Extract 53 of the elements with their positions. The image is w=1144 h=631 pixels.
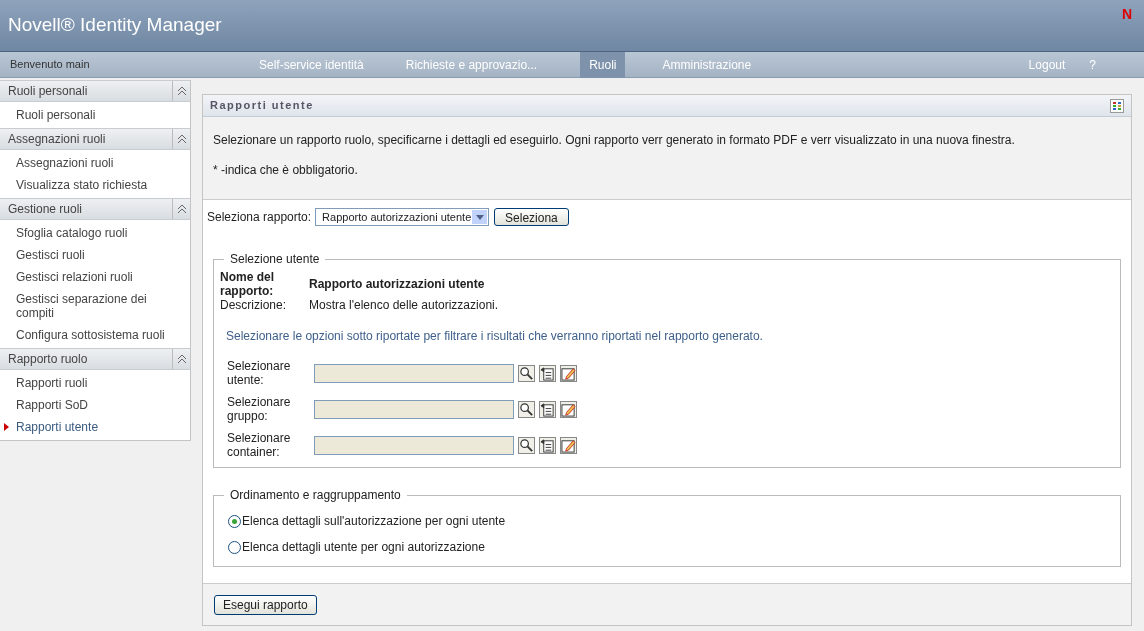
radio-button[interactable] — [228, 514, 241, 528]
field-label: Nome del rapporto: — [220, 270, 275, 298]
app-logo: Novell® Identity Manager — [7, 13, 222, 38]
edit-icon[interactable] — [560, 436, 577, 454]
sidebar-link[interactable]: Configura sottosistema ruoli — [16, 328, 165, 342]
sidebar-link[interactable]: Gestisci ruoli — [16, 248, 85, 262]
list-icon[interactable] — [539, 400, 556, 418]
sidebar-link[interactable]: Sfoglia catalogo ruoli — [16, 226, 128, 240]
brand-mark: N — [1121, 5, 1133, 24]
edit-icon[interactable] — [560, 364, 577, 382]
search-icon[interactable] — [518, 364, 535, 382]
required-note: * -indica che è obbligatorio. — [213, 162, 359, 179]
section-header: Gestione ruoli — [7, 201, 84, 218]
fieldset-legend: Ordinamento e raggruppamento — [224, 486, 407, 504]
field-label: Selezionare container: — [227, 431, 292, 459]
caret-icon — [472, 210, 488, 224]
sidebar-link[interactable]: Rapporti utente — [16, 420, 99, 434]
sidebar-link[interactable]: Assegnazioni ruoli — [16, 156, 114, 170]
run-report-button[interactable]: Esegui rapporto — [214, 595, 317, 615]
section-header: Rapporto ruolo — [7, 351, 89, 368]
list-icon[interactable] — [539, 364, 556, 382]
input-field[interactable] — [314, 399, 514, 419]
field-label: Seleziona rapporto: — [207, 209, 312, 226]
panel-title: Rapporti utente — [210, 98, 314, 114]
search-icon[interactable] — [518, 436, 535, 454]
sidebar-link[interactable]: Ruoli personali — [16, 108, 96, 122]
welcome-text: Benvenuto main — [9, 57, 91, 73]
sidebar-link[interactable]: Gestisci separazione dei compiti — [16, 292, 182, 320]
option-label: Elenca dettagli utente per ogni autorizzazione — [242, 539, 485, 556]
field-label: Descrizione: — [220, 298, 288, 312]
fieldset-legend: Selezione utente — [224, 250, 326, 268]
sidebar-link[interactable]: Gestisci relazioni ruoli — [16, 270, 133, 284]
sidebar-link[interactable]: Rapporti SoD — [16, 398, 89, 412]
grid-icon[interactable] — [1110, 98, 1124, 113]
input-field[interactable] — [314, 435, 514, 455]
search-icon[interactable] — [518, 400, 535, 418]
report-dropdown[interactable]: Rapporto autorizzazioni utente — [315, 208, 490, 226]
sidebar-link[interactable]: Rapporti ruoli — [16, 376, 88, 390]
report-name: Rapporto autorizzazioni utente — [309, 277, 486, 291]
field-label: Selezionare gruppo: — [227, 395, 292, 423]
intro-text: Selezionare un rapporto ruolo, specificarne i dettagli ed eseguirlo. Ogni rapporto verr generato in formato PDF e verr visualizzato in una nuova finestra. — [213, 132, 1016, 149]
sidebar-link[interactable]: Visualizza stato richiesta — [16, 178, 148, 192]
section-header: Assegnazioni ruoli — [7, 131, 107, 148]
radio-button[interactable] — [228, 540, 241, 554]
report-description: Mostra l'elenco delle autorizzazioni. — [309, 298, 500, 312]
input-field[interactable] — [314, 363, 514, 383]
field-label: Selezionare utente: — [227, 359, 292, 387]
option-label: Elenca dettagli sull'autorizzazione per ogni utente — [242, 513, 506, 530]
list-icon[interactable] — [539, 436, 556, 454]
select-button[interactable]: Seleziona — [494, 208, 569, 226]
section-header: Ruoli personali — [7, 83, 89, 100]
edit-icon[interactable] — [560, 400, 577, 418]
filter-hint: Selezionare le opzioni sotto riportate per filtrare i risultati che verranno riportati nel rapporto generato. — [226, 328, 764, 345]
